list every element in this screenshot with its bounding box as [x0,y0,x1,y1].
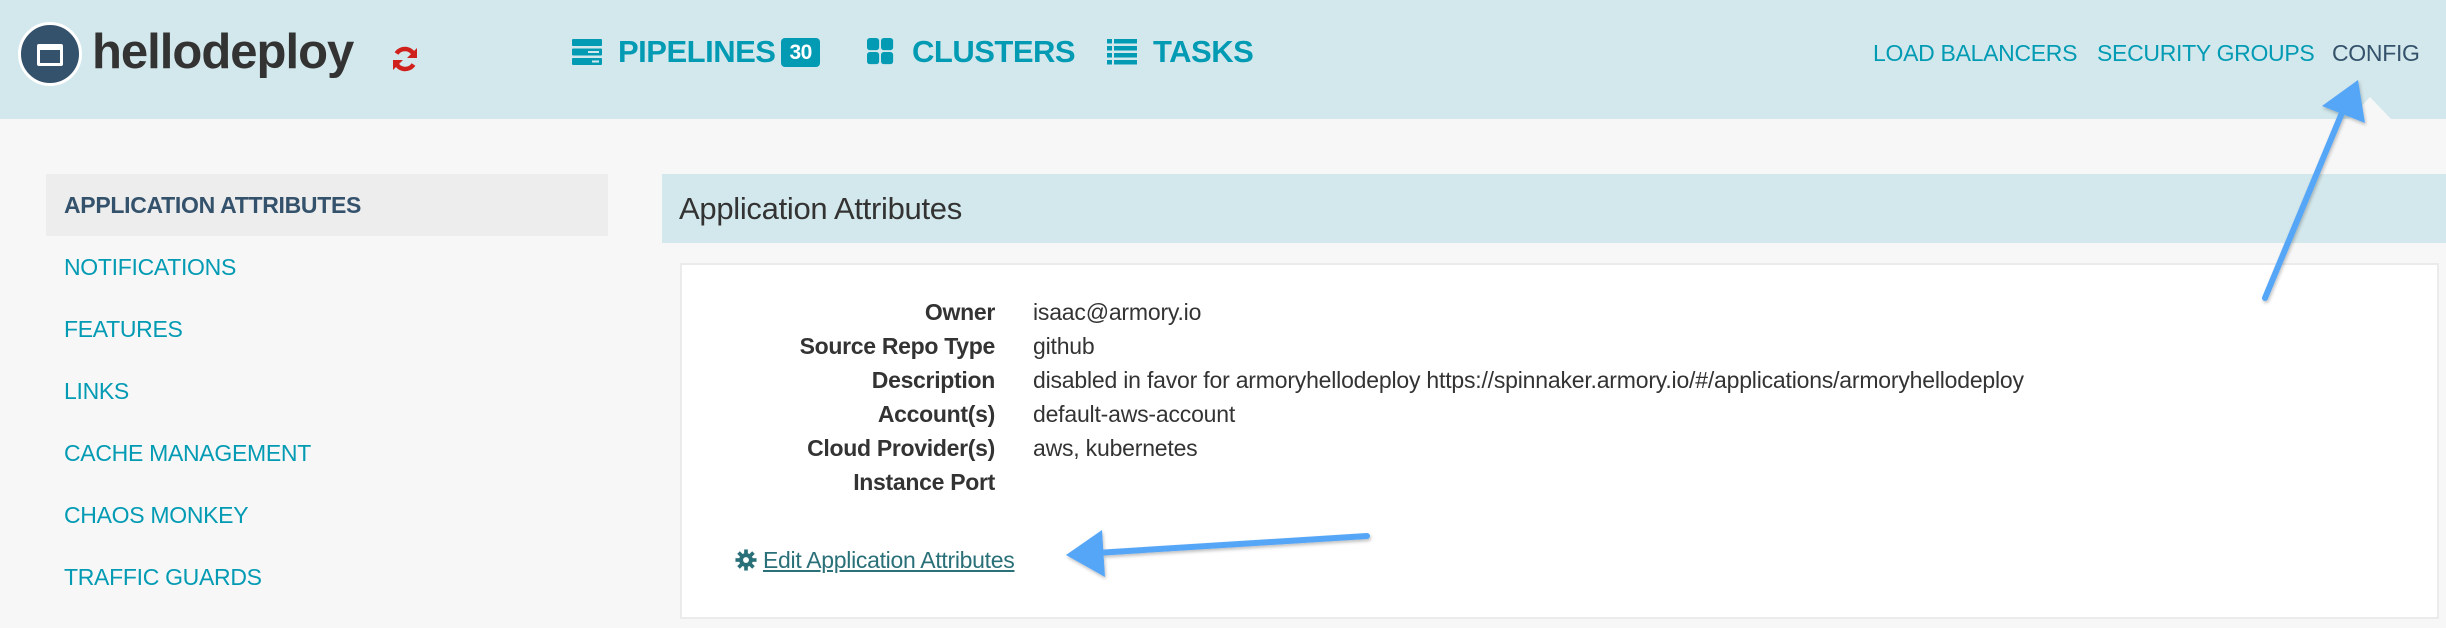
attribute-value: aws, kubernetes [1033,435,1198,461]
attribute-row-owner: Owner isaac@armory.io [682,295,2446,329]
edit-application-attributes-link[interactable]: Edit Application Attributes [735,543,1015,577]
attribute-row-cloud-providers: Cloud Provider(s) aws, kubernetes [682,431,2446,465]
nav-load-balancers[interactable]: LOAD BALANCERS [1873,38,2077,68]
sidebar-item-application-attributes[interactable]: APPLICATION ATTRIBUTES [46,174,608,236]
nav-config[interactable]: CONFIG [2332,38,2420,68]
pipelines-count-badge: 30 [781,37,820,67]
attribute-label: Description [871,367,996,393]
sidebar-item-traffic-guards[interactable]: TRAFFIC GUARDS [46,546,608,608]
app-name[interactable]: hellodeploy [92,22,354,82]
attribute-value: isaac@armory.io [1033,299,1202,325]
attribute-label: Owner [924,299,995,325]
sidebar-item-chaos-monkey[interactable]: CHAOS MONKEY [46,484,608,546]
attribute-row-accounts: Account(s) default-aws-account [682,397,2446,431]
attribute-label: Source Repo Type [799,333,996,359]
refresh-icon[interactable] [390,44,420,74]
attribute-value: github [1033,333,1095,359]
attribute-label: Account(s) [877,401,995,427]
app-header: hellodeploy PIPELINES 30 CLUSTERS TASKS … [0,0,2446,119]
attributes-card: Owner isaac@armory.io Source Repo Type g… [680,263,2439,619]
nav-tasks[interactable]: TASKS [1107,34,1254,70]
nav-pipelines[interactable]: PIPELINES 30 [572,34,820,70]
sidebar-item-cache-management[interactable]: CACHE MANAGEMENT [46,422,608,484]
pipelines-icon [572,39,602,65]
tasks-list-icon [1107,39,1137,65]
sidebar-item-features[interactable]: FEATURES [46,298,608,360]
nav-clusters-label: CLUSTERS [912,34,1076,69]
nav-pipelines-label: PIPELINES [618,34,776,69]
attribute-value: default-aws-account [1033,401,1236,427]
clusters-grid-icon [867,38,894,65]
sidebar-item-notifications[interactable]: NOTIFICATIONS [46,236,608,298]
attribute-label: Instance Port [853,469,995,495]
attribute-row-description: Description disabled in favor for armory… [682,363,2446,397]
edit-link-label: Edit Application Attributes [763,547,1015,573]
application-window-icon [18,22,82,86]
nav-tasks-label: TASKS [1153,34,1254,69]
attribute-row-instance-port: Instance Port [682,465,2446,499]
nav-clusters[interactable]: CLUSTERS [867,34,1076,70]
nav-security-groups[interactable]: SECURITY GROUPS [2097,38,2315,68]
section-header: Application Attributes [662,174,2446,243]
section-title: Application Attributes [679,191,962,226]
attribute-value: disabled in favor for armoryhellodeploy … [1033,367,2024,393]
active-tab-caret [2349,97,2391,119]
sidebar-item-links[interactable]: LINKS [46,360,608,422]
attribute-row-source-repo-type: Source Repo Type github [682,329,2446,363]
attribute-label: Cloud Provider(s) [807,435,995,461]
gear-icon [735,549,757,571]
